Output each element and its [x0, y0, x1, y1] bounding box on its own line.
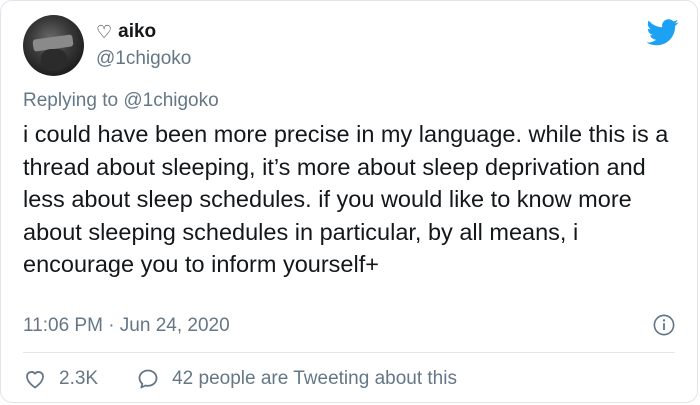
like-action[interactable]: 2.3K — [23, 367, 98, 391]
discussion-text[interactable]: 42 people are Tweeting about this — [172, 368, 457, 390]
author-name-row[interactable]: ♡ aiko — [96, 21, 156, 43]
speech-bubble-icon[interactable] — [136, 367, 160, 391]
replying-prefix: Replying to — [23, 90, 124, 111]
name-heart-glyph: ♡ — [96, 21, 113, 42]
heart-icon[interactable] — [23, 367, 47, 391]
replying-to: Replying to @1chigoko — [23, 90, 219, 112]
avatar-face — [41, 49, 67, 71]
author-display-name[interactable]: aiko — [118, 21, 156, 43]
discussion-action[interactable]: 42 people are Tweeting about this — [136, 367, 457, 391]
tweet-timestamp[interactable]: 11:06 PM · Jun 24, 2020 — [23, 315, 230, 337]
replying-mention[interactable]: @1chigoko — [123, 90, 218, 111]
tweet-card: ♡ aiko @1chigoko Replying to @1chigoko i… — [0, 0, 698, 403]
avatar[interactable] — [23, 15, 84, 76]
like-count: 2.3K — [59, 368, 99, 389]
tweet-text: i could have been more precise in my lan… — [23, 121, 675, 278]
info-icon[interactable] — [653, 314, 675, 336]
tweet-actions: 2.3K 42 people are Tweeting about this — [23, 367, 457, 391]
author-handle[interactable]: @1chigoko — [96, 48, 191, 70]
twitter-bird-icon[interactable] — [647, 19, 679, 46]
divider — [23, 352, 675, 353]
